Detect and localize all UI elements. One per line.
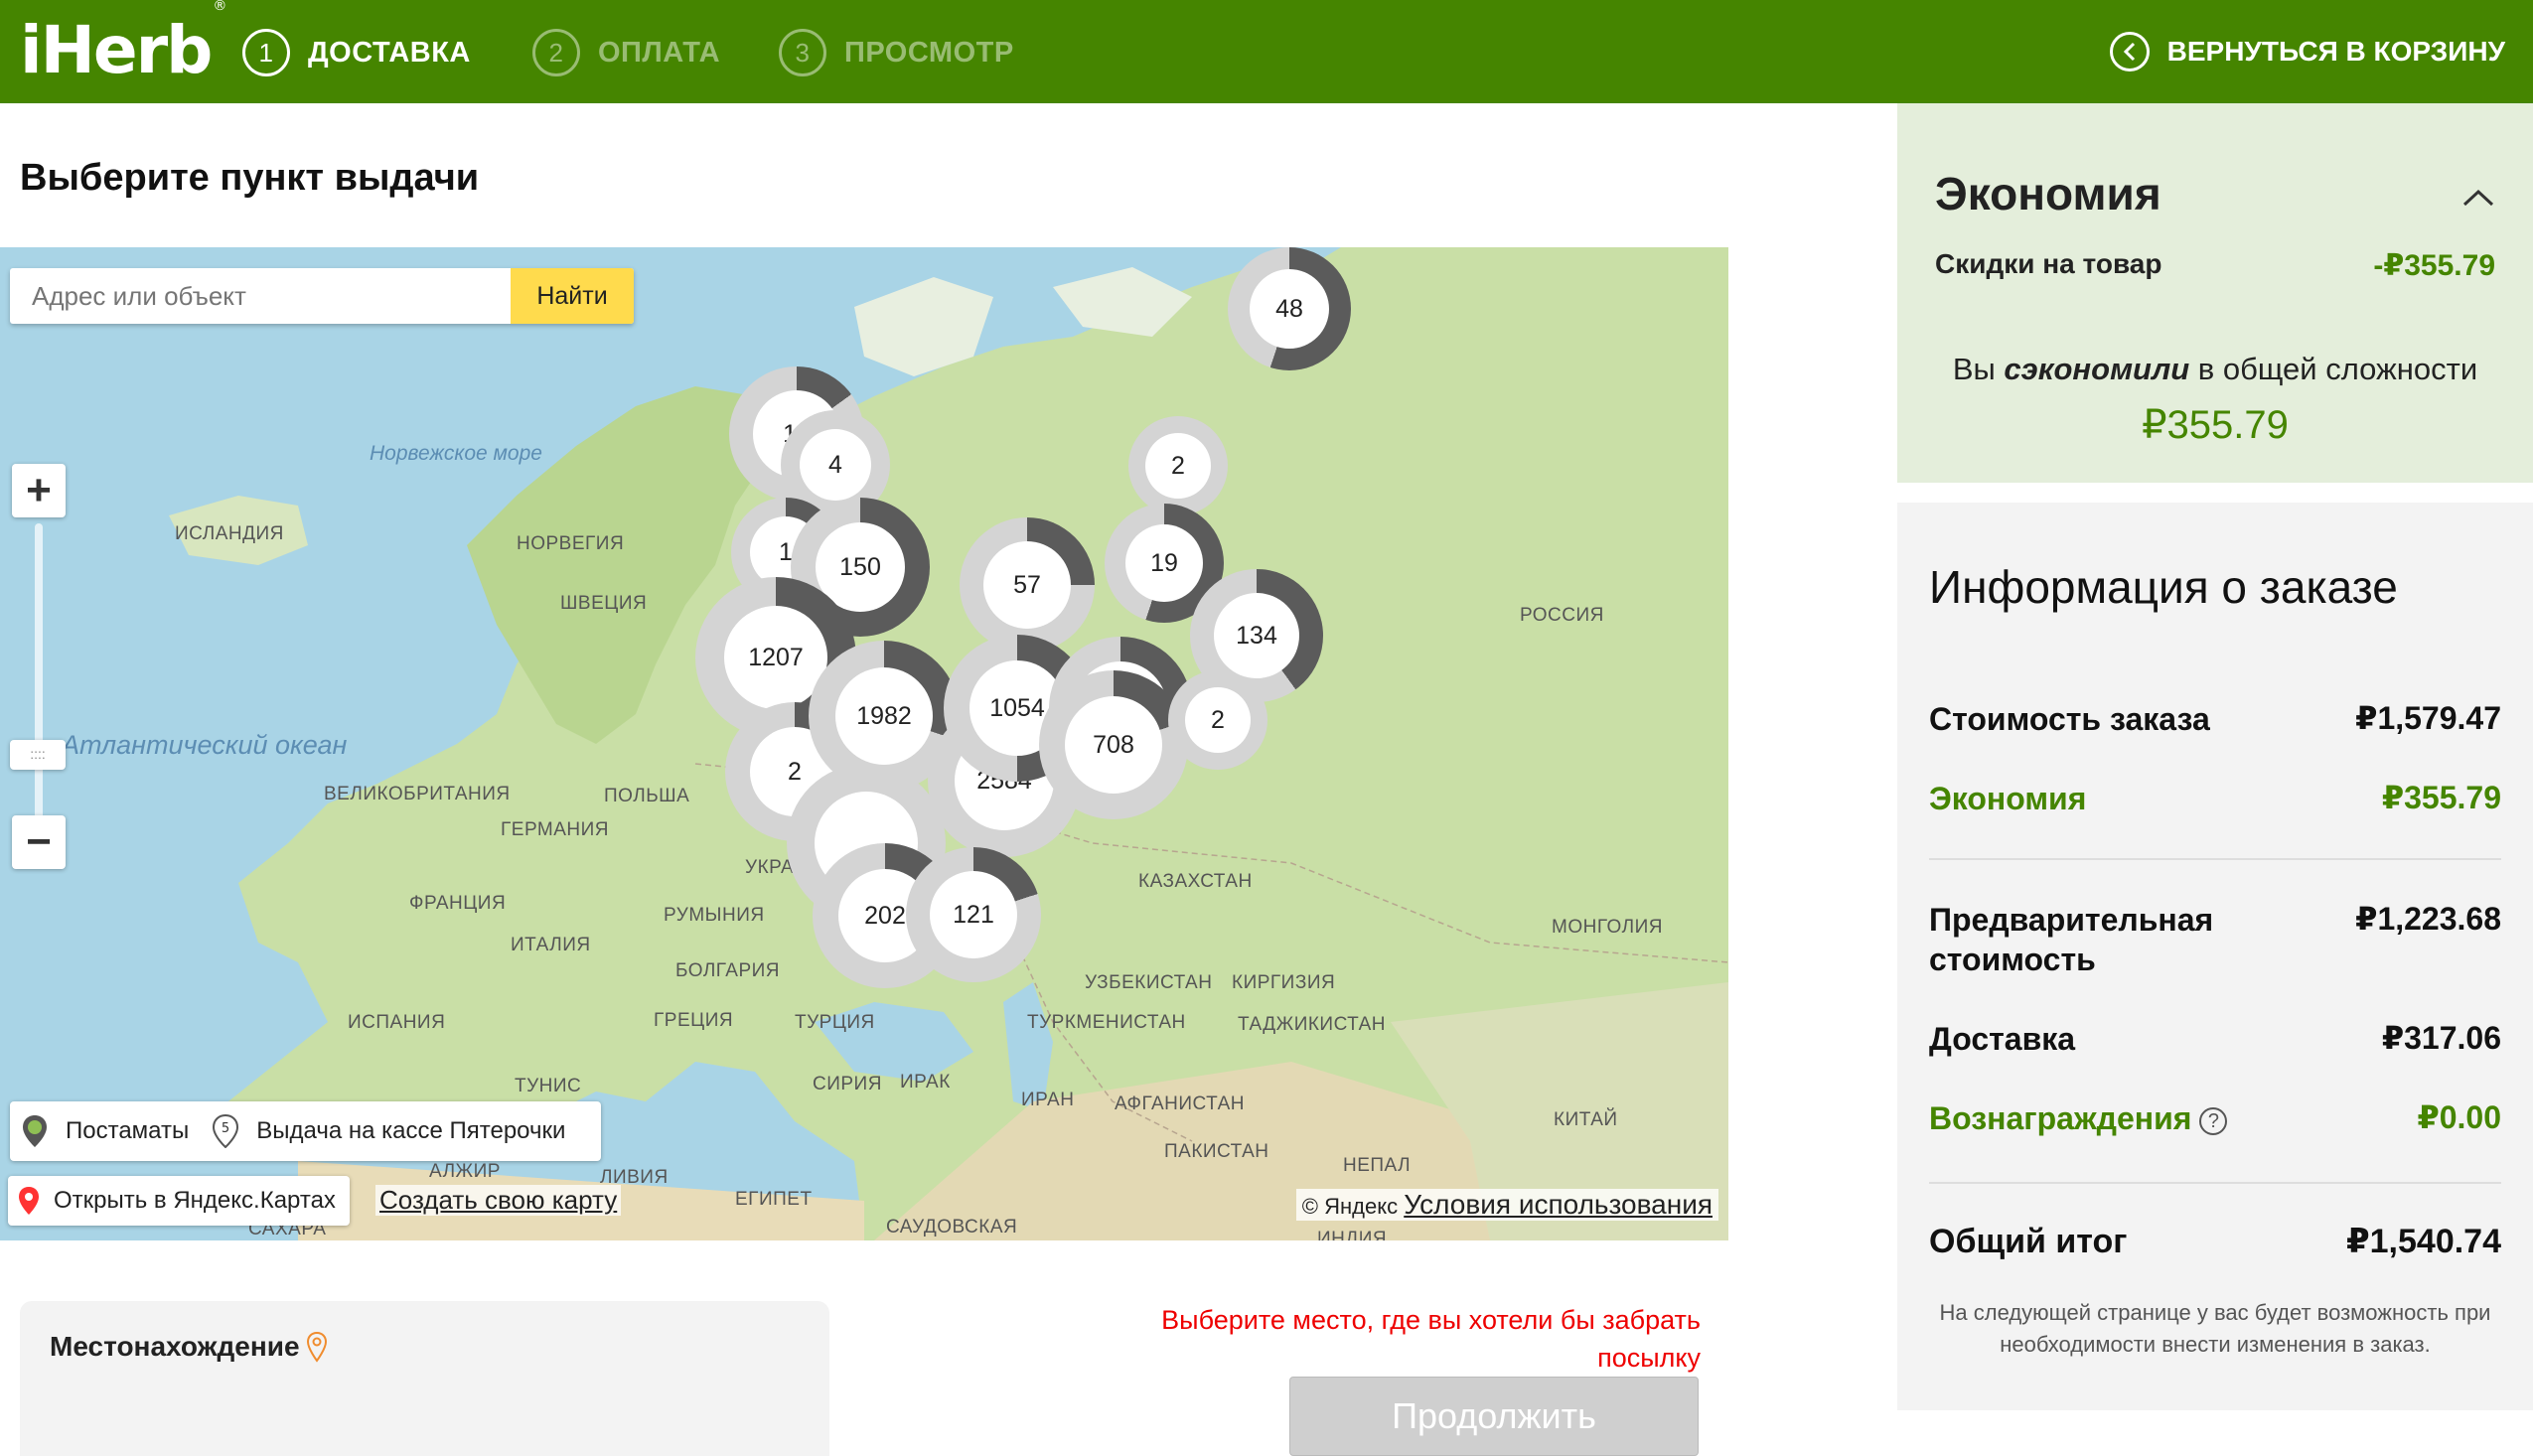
map-cluster[interactable]: 2 bbox=[1168, 670, 1267, 770]
order-info-title: Информация о заказе bbox=[1929, 561, 2398, 613]
map-cluster[interactable]: 708 bbox=[1039, 670, 1188, 819]
legend-pyaterochka[interactable]: 5 Выдача на кассе Пятерочки bbox=[213, 1114, 565, 1148]
page-title: Выберите пункт выдачи bbox=[20, 157, 480, 199]
back-to-cart-link[interactable]: ВЕРНУТЬСЯ В КОРЗИНУ bbox=[2109, 28, 2505, 75]
map-label: ФРАНЦИЯ bbox=[409, 893, 507, 914]
postamat-pin-icon bbox=[23, 1115, 47, 1147]
create-own-map-link[interactable]: Создать свою карту bbox=[375, 1185, 622, 1216]
map-label: ТУНИС bbox=[515, 1076, 582, 1096]
iherb-logo[interactable]: iHerb® bbox=[20, 0, 226, 88]
zoom-slider-track[interactable] bbox=[35, 523, 43, 821]
map-label: БОЛГАРИЯ bbox=[675, 960, 781, 981]
map-label: ШВЕЦИЯ bbox=[560, 593, 648, 614]
map-label: ГЕРМАНИЯ bbox=[501, 819, 610, 840]
chevron-left-icon bbox=[2109, 32, 2150, 72]
step-label: ОПЛАТА bbox=[598, 36, 721, 69]
step-payment[interactable]: 2 ОПЛАТА bbox=[532, 28, 720, 77]
map-label: КАЗАХСТАН bbox=[1138, 871, 1253, 892]
step-number: 1 bbox=[242, 29, 290, 76]
find-button[interactable]: Найти bbox=[511, 268, 634, 324]
pyaterochka-pin-icon: 5 bbox=[213, 1114, 239, 1148]
map-label: ПАКИСТАН bbox=[1164, 1141, 1269, 1162]
map-label: ИСПАНИЯ bbox=[348, 1012, 446, 1033]
map-label: РУМЫНИЯ bbox=[664, 905, 765, 926]
order-rewards-row: Вознаграждения? ₽0.00 bbox=[1929, 1099, 2501, 1136]
product-discount-value: -₽355.79 bbox=[2373, 249, 2495, 282]
continue-button[interactable]: Продолжить bbox=[1289, 1377, 1699, 1456]
legend-postamats[interactable]: Постаматы bbox=[22, 1114, 189, 1148]
order-subtotal-row: Стоимость заказа ₽1,579.47 bbox=[1929, 700, 2501, 737]
savings-panel: Экономия Скидки на товар -₽355.79 Вы сэк… bbox=[1897, 103, 2533, 483]
map-cluster[interactable]: 57 bbox=[960, 517, 1095, 653]
map-legend: Постаматы 5 Выдача на кассе Пятерочки bbox=[10, 1101, 602, 1161]
map-label: МОНГОЛИЯ bbox=[1552, 917, 1663, 938]
map-label: ГРЕЦИЯ bbox=[654, 1010, 734, 1031]
order-savings-row: Экономия ₽355.79 bbox=[1929, 780, 2501, 816]
red-pin-icon bbox=[19, 1187, 39, 1215]
map-label: ИНДИЯ bbox=[1317, 1229, 1388, 1240]
step-label: ДОСТАВКА bbox=[308, 36, 471, 69]
zoom-out-button[interactable]: − bbox=[12, 815, 66, 869]
map-label: ТУРКМЕНИСТАН bbox=[1027, 1012, 1186, 1033]
map-label: ИРАН bbox=[1021, 1090, 1075, 1110]
step-label: ПРОСМОТР bbox=[844, 36, 1014, 69]
map-label: Норвежское море bbox=[370, 442, 542, 465]
order-info-panel: Информация о заказе Стоимость заказа ₽1,5… bbox=[1897, 503, 2533, 1410]
map-label: НЕПАЛ bbox=[1343, 1155, 1412, 1176]
order-preliminary-row: Предварительная стоимость ₽1,223.68 bbox=[1929, 901, 2501, 977]
map-label: КИТАЙ bbox=[1554, 1109, 1618, 1130]
order-note: На следующей странице у вас будет возмож… bbox=[1939, 1300, 2491, 1357]
location-pin-icon bbox=[306, 1331, 327, 1363]
savings-title: Экономия bbox=[1935, 168, 2161, 219]
map-cluster[interactable]: 48 bbox=[1228, 247, 1351, 370]
map-label: РОССИЯ bbox=[1520, 605, 1604, 626]
savings-summary: Вы сэкономили в общей сложности ₽355.79 bbox=[1952, 352, 2478, 447]
step-delivery[interactable]: 1 ДОСТАВКА bbox=[242, 28, 471, 77]
divider bbox=[1929, 858, 2501, 860]
help-icon[interactable]: ? bbox=[2199, 1106, 2228, 1135]
map-label: ВЕЛИКОБРИТАНИЯ bbox=[324, 784, 511, 804]
map-copyright: © Яндекс Условия использования bbox=[1295, 1189, 1718, 1221]
map-label: ТУРЦИЯ bbox=[795, 1012, 875, 1033]
address-search-input[interactable] bbox=[10, 268, 511, 324]
zoom-slider-handle[interactable]: :::: bbox=[10, 740, 66, 770]
order-shipping-row: Доставка ₽317.06 bbox=[1929, 1020, 2501, 1057]
map-search-box: Найти bbox=[10, 268, 634, 324]
open-yandex-maps-link[interactable]: Открыть в Яндекс.Картах bbox=[8, 1176, 350, 1226]
back-to-cart-label: ВЕРНУТЬСЯ В КОРЗИНУ bbox=[2166, 36, 2505, 67]
map-label: ЕГИПЕТ bbox=[735, 1189, 813, 1210]
map-label: ИСЛАНДИЯ bbox=[175, 523, 284, 544]
map-label: САУДОВСКАЯ bbox=[886, 1217, 1018, 1238]
map-label: КИРГИЗИЯ bbox=[1232, 972, 1336, 993]
choose-location-message: Выберите место, где вы хотели бы забрать… bbox=[1161, 1305, 1701, 1373]
map-label: ПОЛЬША bbox=[604, 786, 690, 806]
order-total-row: Общий итог ₽1,540.74 bbox=[1929, 1223, 2501, 1260]
step-review[interactable]: 3 ПРОСМОТР bbox=[779, 28, 1014, 77]
product-discount-label: Скидки на товар bbox=[1935, 248, 2162, 279]
total-savings-value: ₽355.79 bbox=[2142, 403, 2289, 447]
map-label: СИРИЯ bbox=[813, 1074, 882, 1094]
step-number: 3 bbox=[779, 29, 826, 76]
pickup-map[interactable]: Норвежское море ИСЛАНДИЯ НОРВЕГИЯ ШВЕЦИЯ… bbox=[0, 247, 1728, 1240]
zoom-in-button[interactable]: + bbox=[12, 464, 66, 517]
map-label: Атлантический океан bbox=[62, 730, 348, 760]
terms-of-use-link[interactable]: Условия использования bbox=[1404, 1189, 1713, 1220]
map-label: УЗБЕКИСТАН bbox=[1085, 972, 1213, 993]
step-number: 2 bbox=[532, 29, 580, 76]
chevron-up-icon[interactable] bbox=[2461, 179, 2495, 216]
map-cluster[interactable]: 2 bbox=[1128, 416, 1228, 515]
map-label: НОРВЕГИЯ bbox=[517, 533, 625, 554]
location-label: Местонахождение bbox=[50, 1331, 328, 1363]
location-card: Местонахождение bbox=[20, 1301, 829, 1456]
map-label: ИРАК bbox=[900, 1072, 951, 1092]
map-label: АЛЖИР bbox=[429, 1161, 501, 1182]
top-header: iHerb® 1 ДОСТАВКА 2 ОПЛАТА 3 ПРОСМОТР ВЕ… bbox=[0, 0, 2533, 103]
map-label: ТАДЖИКИСТАН bbox=[1238, 1014, 1387, 1035]
divider bbox=[1929, 1182, 2501, 1184]
map-label: ИТАЛИЯ bbox=[511, 935, 591, 955]
map-cluster[interactable]: 121 bbox=[906, 847, 1041, 982]
map-label: АФГАНИСТАН bbox=[1115, 1093, 1246, 1114]
svg-text:5: 5 bbox=[222, 1121, 229, 1136]
